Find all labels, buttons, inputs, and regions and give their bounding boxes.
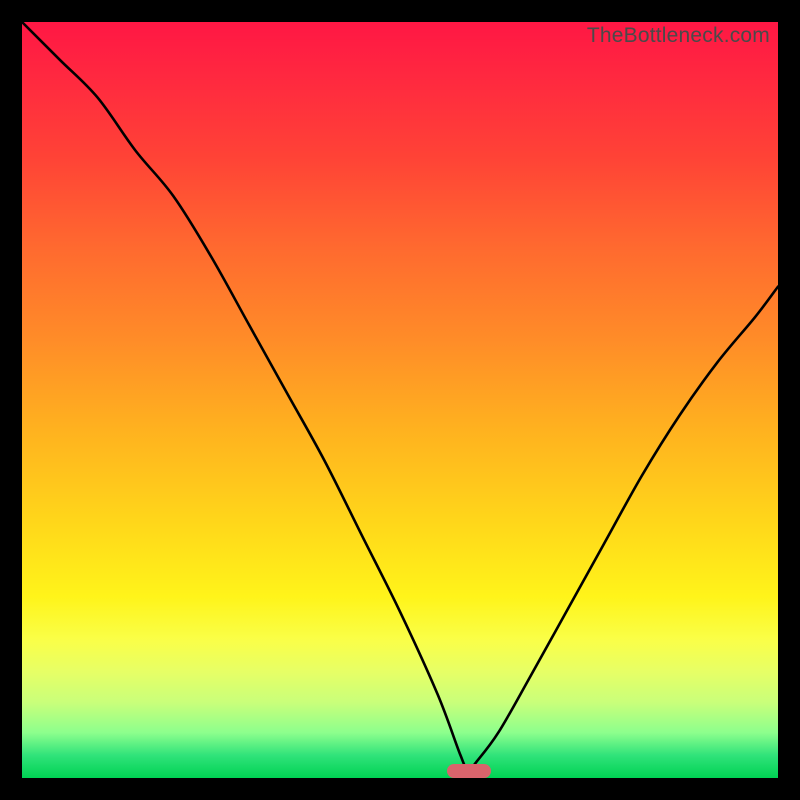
plot-area: TheBottleneck.com	[22, 22, 778, 778]
bottleneck-curve	[22, 22, 778, 778]
chart-frame: TheBottleneck.com	[0, 0, 800, 800]
